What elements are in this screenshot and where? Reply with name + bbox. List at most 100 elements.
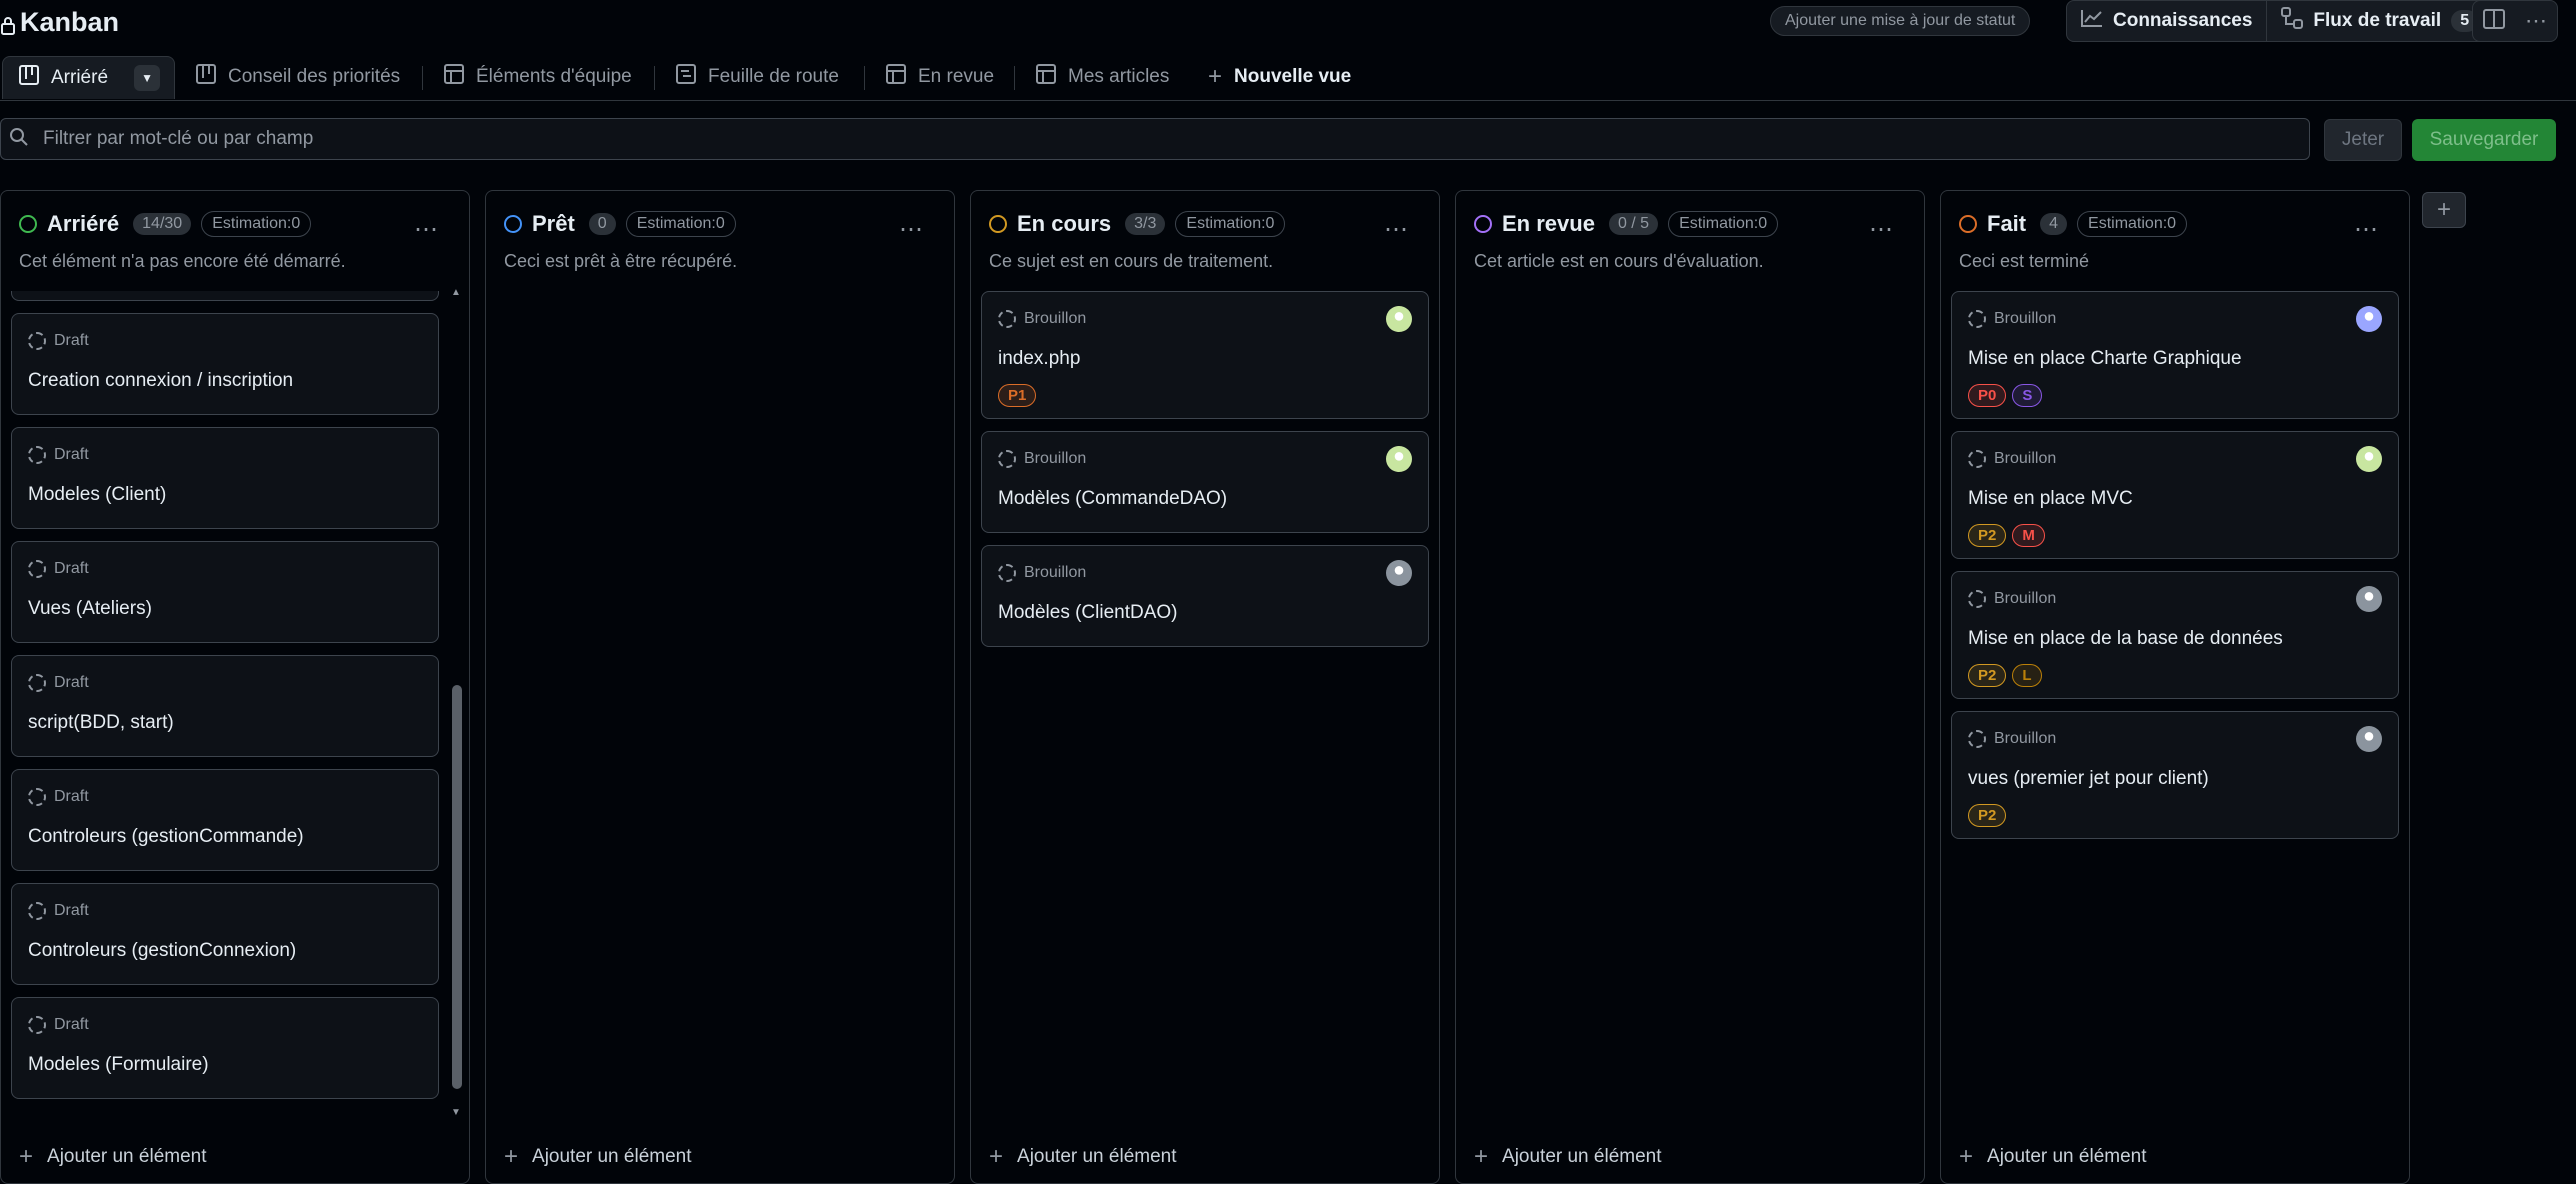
- card-title[interactable]: Mise en place Charte Graphique: [1968, 348, 2242, 370]
- column-scrollbar[interactable]: ▲ ▼: [449, 287, 463, 1119]
- status-circle-icon: [1474, 215, 1492, 233]
- card[interactable]: Brouillon index.php P1: [981, 291, 1429, 419]
- plus-icon: +: [1474, 1143, 1489, 1170]
- card-title[interactable]: script(BDD, start): [28, 712, 174, 734]
- card-title[interactable]: Controleurs (gestionConnexion): [28, 940, 296, 962]
- draft-icon: [28, 1016, 46, 1034]
- card-title[interactable]: vues (premier jet pour client): [1968, 768, 2209, 790]
- column-description: Ceci est prêt à être récupéré.: [504, 251, 738, 271]
- plus-icon: +: [1208, 63, 1223, 90]
- add-item-button[interactable]: + Ajouter un élément: [1959, 1143, 2147, 1171]
- column-description: Ceci est terminé: [1959, 251, 2090, 271]
- card-status: Brouillon: [1968, 450, 2056, 468]
- card[interactable]: Brouillon Mise en place Charte Graphique P…: [1951, 291, 2399, 419]
- card[interactable]: Brouillon Mise en place de la base de don…: [1951, 571, 2399, 699]
- draft-icon: [998, 450, 1016, 468]
- tab-mes-articles[interactable]: Mes articles: [1036, 56, 1169, 98]
- add-item-button[interactable]: + Ajouter un élément: [19, 1143, 207, 1171]
- card-title[interactable]: Modeles (Formulaire): [28, 1054, 209, 1076]
- avatar[interactable]: [2356, 446, 2382, 472]
- card-labels: P0 S: [1968, 384, 2043, 407]
- scroll-down-icon[interactable]: ▼: [449, 1107, 463, 1119]
- plus-icon: +: [19, 1143, 34, 1170]
- label-badge: P1: [998, 384, 1037, 407]
- column-header: Arriéré 14/30 Estimation:0: [19, 211, 312, 237]
- add-status-update-button[interactable]: Ajouter une mise à jour de statut: [1770, 6, 2031, 36]
- card[interactable]: Draft Modeles (Formulaire): [11, 997, 439, 1099]
- card-title[interactable]: Vues (Ateliers): [28, 598, 152, 620]
- workflows-button[interactable]: Flux de travail 5: [2266, 1, 2492, 41]
- tab-elements-equipe[interactable]: Éléments d'équipe: [444, 56, 632, 98]
- card[interactable]: Brouillon Modèles (ClientDAO): [981, 545, 1429, 647]
- graph-icon: [2081, 9, 2103, 33]
- column-menu-icon[interactable]: ⋯: [2354, 215, 2379, 244]
- card[interactable]: Draft Modeles (Client): [11, 427, 439, 529]
- card-partial[interactable]: [11, 291, 439, 301]
- column-menu-icon[interactable]: ⋯: [1384, 215, 1409, 244]
- avatar[interactable]: [2356, 306, 2382, 332]
- tab-feuille-de-route[interactable]: Feuille de route: [676, 56, 839, 98]
- new-view-button[interactable]: + Nouvelle vue: [1208, 56, 1351, 98]
- column-header: En cours 3/3 Estimation:0: [989, 211, 1286, 237]
- card-title[interactable]: Mise en place MVC: [1968, 488, 2133, 510]
- add-item-button[interactable]: + Ajouter un élément: [1474, 1143, 1662, 1171]
- filter-bar: [0, 118, 2310, 160]
- sidebar-toggle-icon[interactable]: [2483, 8, 2505, 34]
- header-actions: Connaissances Flux de travail 5: [2066, 0, 2494, 42]
- avatar[interactable]: [1386, 306, 1412, 332]
- card-title[interactable]: index.php: [998, 348, 1080, 370]
- card-list: Brouillon index.php P1 Brouillon Modèles (Co…: [981, 291, 1431, 1099]
- insights-button[interactable]: Connaissances: [2067, 1, 2266, 41]
- avatar[interactable]: [1386, 446, 1412, 472]
- card-status: Draft: [28, 788, 89, 806]
- avatar[interactable]: [1386, 560, 1412, 586]
- card-status-label: Brouillon: [1024, 450, 1087, 467]
- tab-arriere[interactable]: Arriéré ▼: [2, 56, 176, 99]
- column-title: Arriéré: [47, 211, 120, 236]
- card[interactable]: Brouillon Mise en place MVC P2 M: [1951, 431, 2399, 559]
- card-title[interactable]: Modèles (ClientDAO): [998, 602, 1178, 624]
- card-title[interactable]: Creation connexion / inscription: [28, 370, 293, 392]
- card[interactable]: Brouillon Modèles (CommandeDAO): [981, 431, 1429, 533]
- card-title[interactable]: Modèles (CommandeDAO): [998, 488, 1227, 510]
- card-list: [496, 291, 946, 1099]
- avatar[interactable]: [2356, 586, 2382, 612]
- add-item-button[interactable]: + Ajouter un élément: [989, 1143, 1177, 1171]
- add-column-button[interactable]: +: [2422, 192, 2466, 228]
- column-en-cours: En cours 3/3 Estimation:0 ⋯ Ce sujet est…: [970, 190, 1440, 1184]
- column-menu-icon[interactable]: ⋯: [1869, 215, 1894, 244]
- draft-icon: [1968, 590, 1986, 608]
- scroll-thumb[interactable]: [452, 685, 462, 1089]
- column-count: 14/30: [133, 213, 192, 235]
- scroll-up-icon[interactable]: ▲: [449, 287, 463, 299]
- card-title[interactable]: Mise en place de la base de données: [1968, 628, 2283, 650]
- add-item-label: Ajouter un élément: [532, 1146, 692, 1167]
- card[interactable]: Draft script(BDD, start): [11, 655, 439, 757]
- discard-button[interactable]: Jeter: [2324, 119, 2402, 161]
- card-labels: P1: [998, 384, 1037, 407]
- card[interactable]: Draft Controleurs (gestionCommande): [11, 769, 439, 871]
- plus-icon: +: [2436, 196, 2451, 223]
- draft-icon: [28, 332, 46, 350]
- card[interactable]: Draft Vues (Ateliers): [11, 541, 439, 643]
- card[interactable]: Brouillon vues (premier jet pour client) P…: [1951, 711, 2399, 839]
- card-title[interactable]: Controleurs (gestionCommande): [28, 826, 304, 848]
- card-title[interactable]: Modeles (Client): [28, 484, 166, 506]
- card[interactable]: Draft Creation connexion / inscription: [11, 313, 439, 415]
- view-options-button[interactable]: ▼: [134, 65, 161, 91]
- tab-conseil-priorites[interactable]: Conseil des priorités: [196, 56, 400, 98]
- save-button[interactable]: Sauvegarder: [2412, 119, 2556, 161]
- card[interactable]: Draft Controleurs (gestionConnexion): [11, 883, 439, 985]
- table-icon: [444, 64, 464, 90]
- add-item-button[interactable]: + Ajouter un élément: [504, 1143, 692, 1171]
- tab-en-revue[interactable]: En revue: [886, 56, 994, 98]
- workflow-icon: [2281, 7, 2304, 35]
- add-item-label: Ajouter un élément: [47, 1146, 207, 1167]
- plus-icon: +: [504, 1143, 519, 1170]
- column-menu-icon[interactable]: ⋯: [899, 215, 924, 244]
- project-title: Kanban: [0, 4, 119, 40]
- avatar[interactable]: [2356, 726, 2382, 752]
- more-options-icon[interactable]: ⋯: [2525, 8, 2547, 34]
- filter-input[interactable]: [41, 127, 2245, 151]
- column-menu-icon[interactable]: ⋯: [414, 215, 439, 244]
